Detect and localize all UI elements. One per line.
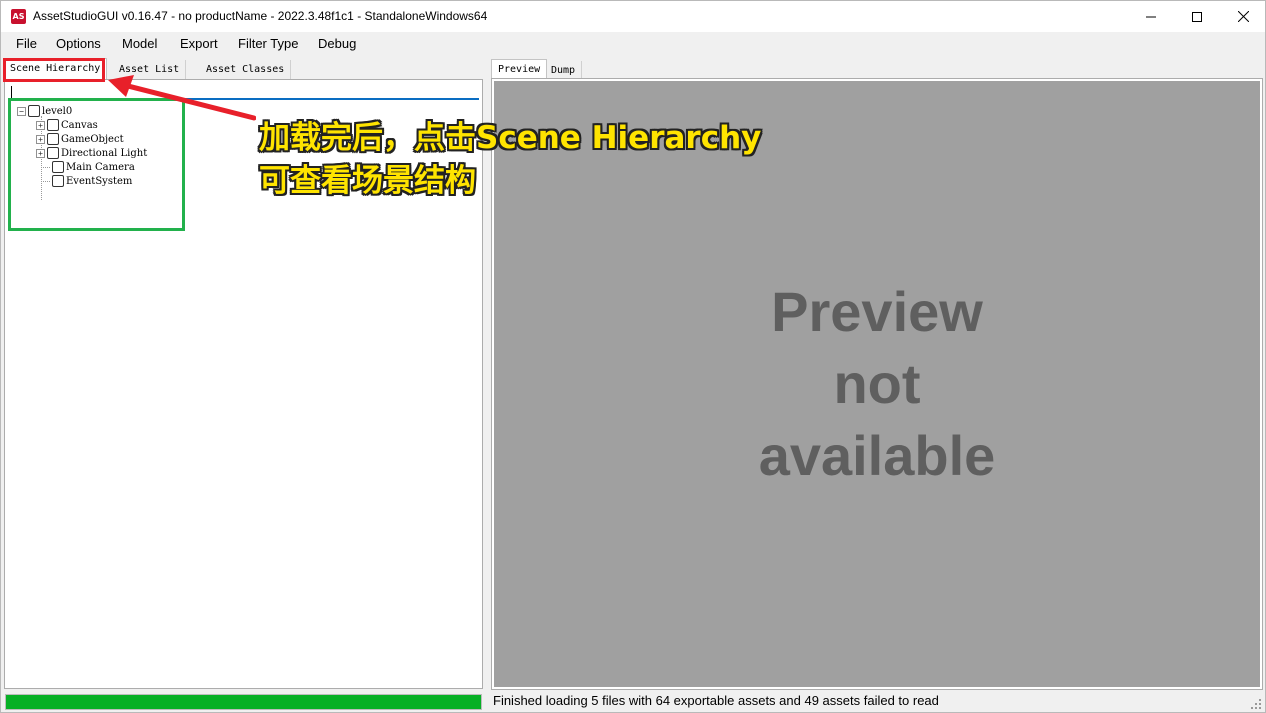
menu-filter-type[interactable]: Filter Type — [238, 36, 298, 51]
menu-file[interactable]: File — [16, 36, 37, 51]
preview-pane: Preview not available — [491, 78, 1263, 690]
minimize-button[interactable] — [1128, 1, 1174, 32]
preview-placeholder-line: available — [758, 424, 996, 487]
preview-canvas: Preview not available — [494, 81, 1260, 687]
close-icon — [1237, 11, 1249, 22]
loading-progress-bar — [5, 694, 482, 710]
right-tab-strip: Preview Dump — [491, 59, 1265, 81]
annotation-text-line1: 加载完后，点击Scene Hierarchy — [259, 120, 762, 156]
annotation-arrow-icon — [108, 75, 256, 121]
maximize-icon — [1192, 11, 1202, 22]
close-button[interactable] — [1220, 1, 1266, 32]
minimize-icon — [1146, 16, 1156, 17]
preview-placeholder: Preview not available — [494, 276, 1260, 492]
title-bar[interactable]: AS AssetStudioGUI v0.16.47 - no productN… — [1, 1, 1265, 32]
maximize-button[interactable] — [1174, 1, 1220, 32]
progress-fill — [6, 695, 481, 709]
preview-placeholder-line: Preview — [771, 280, 983, 343]
text-caret — [11, 86, 12, 98]
resize-grip-icon[interactable] — [1251, 699, 1261, 709]
tab-preview[interactable]: Preview — [491, 59, 548, 80]
preview-placeholder-line: not — [833, 352, 921, 415]
app-window: AS AssetStudioGUI v0.16.47 - no productN… — [0, 0, 1266, 713]
window-title: AssetStudioGUI v0.16.47 - no productName… — [33, 9, 488, 23]
menu-model[interactable]: Model — [122, 36, 157, 51]
menu-options[interactable]: Options — [56, 36, 101, 51]
app-logo-icon: AS — [11, 9, 26, 24]
menu-debug[interactable]: Debug — [318, 36, 356, 51]
status-text: Finished loading 5 files with 64 exporta… — [493, 693, 939, 708]
menu-bar: File Options Model Export Filter Type De… — [1, 32, 1265, 57]
menu-export[interactable]: Export — [180, 36, 218, 51]
annotation-highlight-tab — [3, 58, 105, 82]
annotation-text-line2: 可查看场景结构 — [259, 163, 476, 199]
